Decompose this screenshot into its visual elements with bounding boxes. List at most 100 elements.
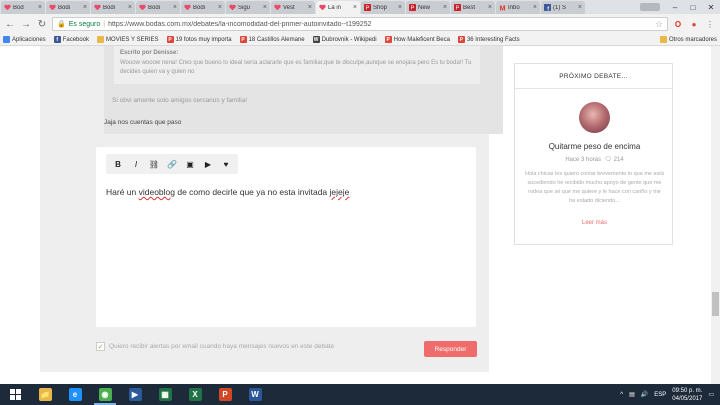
misspelled-word: jejeje (329, 187, 350, 197)
internet-explorer-icon[interactable]: e (60, 384, 90, 405)
maximize-icon[interactable]: □ (684, 0, 702, 14)
video-icon[interactable]: ▶ (200, 156, 216, 172)
italic-icon[interactable]: I (128, 156, 144, 172)
minimize-icon[interactable]: – (666, 0, 684, 14)
reload-icon[interactable]: ↻ (36, 18, 48, 30)
bookmark-item[interactable]: MOVIES Y SERIES (97, 36, 159, 43)
tab-close-icon[interactable]: × (308, 4, 312, 11)
tab-label: Shop (373, 4, 388, 11)
link-icon[interactable]: 🔗 (164, 156, 180, 172)
tab-label: Bodi (103, 4, 116, 11)
tab-close-icon[interactable]: × (218, 4, 222, 11)
browser-tab[interactable]: P Shop × (361, 1, 405, 14)
respond-button[interactable]: Responder (424, 341, 477, 357)
browser-tab[interactable]: f (1) S × (541, 1, 585, 14)
excel-icon[interactable]: X (180, 384, 210, 405)
browser-tab[interactable]: P Best × (451, 1, 495, 14)
bold-icon[interactable]: B (110, 156, 126, 172)
tab-close-icon[interactable]: × (263, 4, 267, 11)
avatar[interactable] (579, 102, 610, 133)
tab-close-icon[interactable]: × (443, 4, 447, 11)
forward-arrow-icon[interactable]: → (20, 18, 32, 30)
tab-close-icon[interactable]: × (488, 4, 492, 11)
tray-chevron-icon[interactable]: ^ (620, 392, 623, 398)
tab-close-icon[interactable]: × (173, 4, 177, 11)
windows-start-icon[interactable] (0, 384, 30, 405)
media-player-icon[interactable]: ▶ (120, 384, 150, 405)
browser-tab[interactable]: Bod × (1, 1, 45, 14)
menu-icon[interactable]: ⋮ (704, 18, 716, 30)
pinterest-extension-icon[interactable]: ● (688, 18, 700, 30)
editor-content[interactable]: Haré un videoblog de como decirle que ya… (106, 187, 349, 197)
bookmark-item[interactable]: P How Maleficent Beca (384, 36, 450, 43)
reply-editor[interactable]: B I ⛓ 🔗 ▣ ▶ ♥ Haré un videoblog de como decirl… (96, 147, 476, 327)
tab-close-icon[interactable]: × (83, 4, 87, 11)
browser-tab[interactable]: Vest × (271, 1, 315, 14)
close-icon[interactable]: ✕ (702, 0, 720, 14)
file-explorer-icon[interactable]: 📁 (30, 384, 60, 405)
profile-button[interactable] (640, 3, 660, 11)
bookmark-item[interactable]: f Facebook (53, 36, 90, 43)
image-icon[interactable]: ▣ (182, 156, 198, 172)
network-icon[interactable]: ▤ (629, 391, 635, 398)
editor-text-part: de como decirle que ya no esta invitada (175, 187, 330, 197)
bookmark-item[interactable]: P 36 Interesting Facts (457, 36, 520, 43)
lock-icon: 🔒 (57, 21, 66, 28)
pinterest-icon: P (457, 36, 465, 43)
tab-label: Bodi (58, 4, 71, 11)
other-bookmarks[interactable]: Otros marcadores (659, 36, 717, 43)
calculator-icon[interactable]: ▦ (150, 384, 180, 405)
next-debate-meta: Hace 3 horas 🗨 214 (515, 156, 674, 163)
bookmark-label: Facebook (62, 36, 90, 43)
tab-close-icon[interactable]: × (398, 4, 402, 11)
browser-tab[interactable]: Bodi × (136, 1, 180, 14)
bookmark-item[interactable]: W Dubrovnik - Wikipedi (312, 36, 377, 43)
bookmark-label: 18 Castillos Alemane (248, 36, 305, 43)
browser-tab[interactable]: Sigu × (226, 1, 270, 14)
next-debate-title[interactable]: Quitarme peso de encima (515, 142, 674, 151)
browser-tab[interactable]: La in × (316, 1, 360, 14)
browser-tab[interactable]: Bodi × (46, 1, 90, 14)
bookmark-item[interactable]: P 18 Castillos Alemane (239, 36, 305, 43)
bookmark-item[interactable]: Aplicaciones (3, 36, 46, 43)
security-label: Es seguro (68, 20, 101, 28)
tab-close-icon[interactable]: × (533, 4, 537, 11)
tab-close-icon[interactable]: × (578, 4, 582, 11)
next-debate-time: Hace 3 horas (565, 157, 602, 163)
star-icon[interactable]: ☆ (655, 19, 663, 30)
volume-icon[interactable]: 🔊 (641, 391, 648, 398)
nested-quote: Escrito por Denisse: Wooow wooow nena! C… (114, 46, 480, 84)
svg-text:P: P (366, 6, 370, 11)
tab-close-icon[interactable]: × (38, 4, 42, 11)
word-icon[interactable]: W (240, 384, 270, 405)
url-text[interactable]: https://www.bodas.com.mx/debates/la-inco… (108, 21, 371, 28)
tab-close-icon[interactable]: × (353, 4, 357, 11)
alerts-checkbox[interactable]: ✓ (96, 342, 105, 351)
browser-tab[interactable]: M Inbo × (496, 1, 540, 14)
heart-icon[interactable]: ♥ (218, 156, 234, 172)
folder-icon (659, 36, 667, 43)
notifications-icon[interactable]: ▭ (708, 391, 714, 398)
tab-close-icon[interactable]: × (128, 4, 132, 11)
pinterest-icon: P (384, 36, 392, 43)
clock[interactable]: 09:50 p. m. 04/05/2017 (672, 387, 702, 403)
unlink-icon[interactable]: ⛓ (146, 156, 162, 172)
browser-tab[interactable]: P New × (406, 1, 450, 14)
powerpoint-icon[interactable]: P (210, 384, 240, 405)
read-more-link[interactable]: Leer más (515, 220, 674, 226)
tab-label: Sigu (238, 4, 251, 11)
opera-extension-icon[interactable]: O (672, 18, 684, 30)
scrollbar-thumb[interactable] (712, 292, 719, 316)
back-arrow-icon[interactable]: ← (4, 18, 16, 30)
language-indicator[interactable]: ESP (654, 392, 666, 398)
browser-tab[interactable]: Bodi × (181, 1, 225, 14)
browser-tab[interactable]: Bodi × (91, 1, 135, 14)
bookmark-item[interactable]: P 19 fotos muy importa (166, 36, 232, 43)
svg-text:f: f (547, 6, 549, 11)
bookmark-label: How Maleficent Beca (393, 36, 450, 43)
tab-label: Bodi (193, 4, 206, 11)
address-bar[interactable]: 🔒 Es seguro | https://www.bodas.com.mx/d… (52, 17, 668, 31)
chrome-icon[interactable]: ◉ (90, 384, 120, 405)
tab-label: Bodi (148, 4, 161, 11)
scrollbar[interactable] (711, 46, 720, 384)
